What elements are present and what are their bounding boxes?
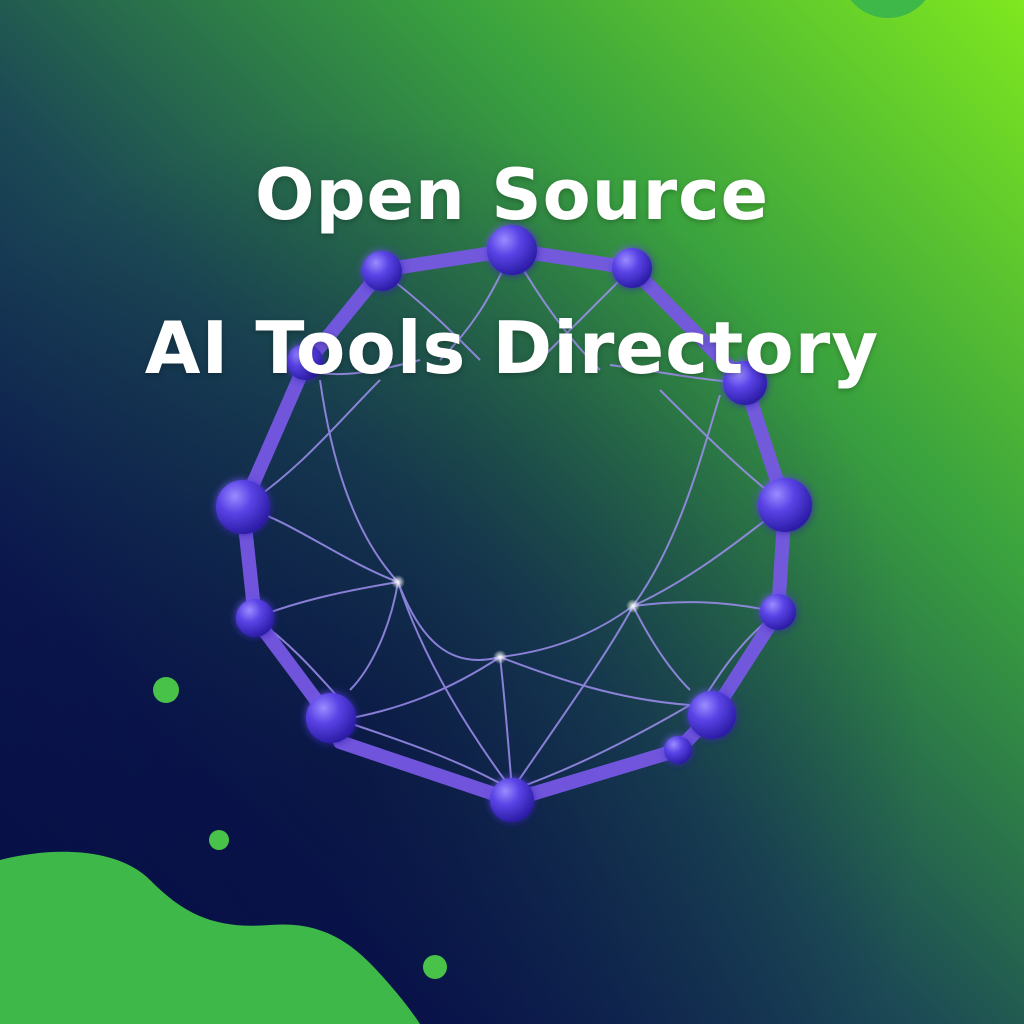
network-node (760, 594, 796, 630)
hero-title-line-2: AI Tools Directory (144, 306, 880, 390)
hero-canvas: Open Source AI Tools Directory (0, 0, 1024, 1024)
network-node (236, 599, 274, 637)
green-dot-decoration (209, 830, 229, 850)
network-node (758, 478, 812, 532)
hero-title-line-1: Open Source (254, 154, 770, 236)
network-node (362, 251, 402, 291)
network-node (664, 736, 692, 764)
sparkle-points (391, 575, 640, 664)
green-dot-decoration (153, 677, 179, 703)
network-node (490, 778, 534, 822)
corner-green-circle (850, 0, 926, 18)
network-node (306, 693, 356, 743)
network-node (612, 248, 652, 288)
green-dot-decoration (423, 955, 447, 979)
network-node (688, 691, 736, 739)
network-node (216, 480, 270, 534)
green-blob-shape (0, 851, 420, 1024)
